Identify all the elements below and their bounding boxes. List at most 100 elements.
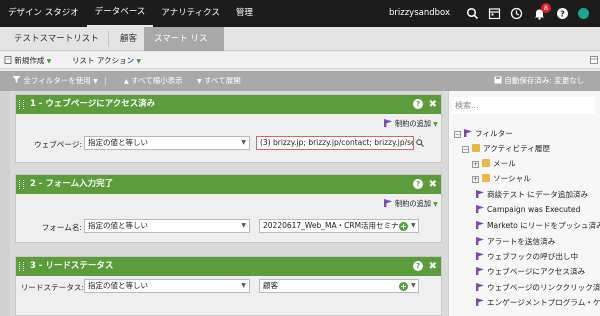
operator-select[interactable]: 指定の値と等しい ▼ [84, 279, 250, 293]
tree-item-alert-sent[interactable]: アラートを送信済み [476, 236, 555, 247]
tree-item-opportunity[interactable]: 商談テスト にデータ追加済み [476, 189, 588, 200]
tree-item-activity-history[interactable]: − アクティビティ履歴 [462, 143, 550, 154]
drag-handle-icon[interactable] [19, 180, 24, 189]
field-label: ウェブページ: [34, 140, 82, 149]
help-icon[interactable]: ? [556, 7, 569, 20]
close-icon[interactable]: ✖ [429, 257, 437, 276]
calendar-icon[interactable] [488, 7, 501, 20]
chevron-down-icon[interactable]: ▼ [411, 282, 416, 289]
add-constraint-label: 制約の追加 [395, 119, 431, 128]
chevron-down-icon: ▼ [241, 139, 246, 146]
drag-handle-icon[interactable] [19, 262, 24, 271]
tab-test-smart-list[interactable]: テストスマートリスト [4, 27, 109, 51]
collapse-toggle-icon[interactable]: − [462, 146, 469, 153]
status-icon[interactable] [578, 8, 589, 19]
filter-icon [476, 205, 484, 213]
help-icon[interactable]: ? [413, 261, 423, 271]
constraint-icon [384, 119, 392, 127]
tree-item-campaign-executed[interactable]: Campaign was Executed [476, 205, 580, 214]
collapse-toggle-icon[interactable]: − [454, 131, 461, 138]
filter-title: 3 - リードステータス [30, 261, 114, 271]
tree-label: Marketo にリードをプッシュ済み [487, 221, 600, 230]
tree-item-push-lead[interactable]: Marketo にリードをプッシュ済み [476, 220, 600, 231]
collapse-all-button[interactable]: ▲ すべて縮小表示 [124, 71, 183, 92]
filter-header[interactable]: 1 - ウェブページにアクセス済み ? ✖ [16, 95, 441, 114]
nav-design-studio[interactable]: デザイン スタジオ [0, 0, 87, 27]
tree-item-visited-web-page[interactable]: ウェブページにアクセス済み [476, 266, 585, 277]
nav-analytics[interactable]: アナリティクス [153, 0, 228, 27]
filter-icon [476, 190, 484, 198]
tree-item-filters[interactable]: − フィルター [454, 128, 513, 139]
tree-item-social[interactable]: + ソーシャル [472, 173, 531, 184]
use-all-filters-button[interactable]: 全フィルターを使用 ▼ [12, 71, 98, 92]
panel-toggle-icon[interactable] [590, 52, 598, 69]
filter-icon [476, 221, 484, 229]
value-select[interactable]: 顧客 [259, 279, 419, 293]
use-all-filters-label: 全フィルターを使用 [23, 76, 91, 85]
operator-value: 指定の値と等しい [88, 138, 148, 147]
tree-item-engagement[interactable]: エンゲージメントプログラム・ケイ [476, 297, 600, 308]
add-value-icon[interactable]: + [399, 222, 408, 231]
close-icon[interactable]: ✖ [429, 175, 437, 194]
tree-label: エンゲージメントプログラム・ケイ [487, 298, 600, 307]
constraint-icon [384, 199, 392, 207]
chevron-down-icon: ▼ [433, 121, 438, 128]
filter-icon [476, 283, 484, 291]
expand-all-label: すべて展開 [204, 76, 241, 85]
tree-label: メール [493, 159, 516, 168]
user-name[interactable]: brizzysandbox [389, 0, 450, 27]
expand-toggle-icon[interactable]: + [472, 161, 479, 168]
filter-title: 2 - フォーム入力完了 [30, 179, 114, 189]
operator-select[interactable]: 指定の値と等しい ▼ [84, 136, 250, 150]
expand-all-button[interactable]: ▼ すべて展開 [197, 71, 241, 92]
tree-item-email[interactable]: + メール [472, 158, 516, 169]
tree-item-webhook[interactable]: ウェブフックの呼び出し中 [476, 251, 578, 262]
chevron-down-icon: ▼ [241, 222, 246, 229]
expand-toggle-icon[interactable]: + [472, 176, 479, 183]
value-picker-icon[interactable] [416, 139, 424, 147]
add-constraint-button[interactable]: 制約の追加 ▼ [384, 199, 438, 209]
value-select[interactable]: 20220617_Web_MA・CRM活用セミナー [259, 219, 419, 233]
new-menu-button[interactable]: 新規作成 ▼ [4, 52, 51, 70]
filter-header[interactable]: 3 - リードステータス ? ✖ [16, 257, 441, 276]
tab-customers[interactable]: 顧客 [110, 27, 147, 51]
filter-icon [476, 298, 484, 306]
filter-title: 1 - ウェブページにアクセス済み [30, 99, 156, 109]
help-icon[interactable]: ? [413, 179, 423, 189]
chevron-down-icon[interactable]: ▼ [411, 222, 416, 229]
filter-search-input[interactable]: 検索... [452, 97, 595, 114]
tree-label: フィルター [475, 129, 513, 138]
filter-icon [12, 76, 21, 83]
new-label: 新規作成 [14, 56, 45, 65]
top-nav: デザイン スタジオ データベース アナリティクス 管理 brizzysandbo… [0, 0, 600, 27]
search-icon[interactable] [466, 7, 479, 20]
tab-smart-list[interactable]: スマート リスト [144, 27, 224, 68]
filter-block-1: 1 - ウェブページにアクセス済み ? ✖ 制約の追加 ▼ ウェブページ: 指定… [15, 94, 442, 163]
clock-icon[interactable] [510, 7, 523, 20]
new-icon [4, 56, 12, 64]
field-label: フォーム名: [41, 223, 82, 232]
tree-label: ウェブページのリンククリック済み [487, 283, 600, 292]
close-icon[interactable]: ✖ [429, 95, 437, 114]
list-action-menu-button[interactable]: リスト アクション ▼ [72, 52, 141, 70]
filter-bar-divider: | [104, 76, 107, 85]
filter-block-3: 3 - リードステータス ? ✖ リードステータス: 指定の値と等しい ▼ 顧客 … [15, 256, 442, 316]
folder-icon [472, 144, 480, 152]
help-icon[interactable]: ? [413, 99, 423, 109]
operator-select[interactable]: 指定の値と等しい ▼ [84, 219, 250, 233]
nav-database[interactable]: データベース [86, 0, 154, 27]
add-value-icon[interactable]: + [399, 282, 408, 291]
tab-bar: テストスマートリスト 顧客 スマート リスト [0, 27, 600, 68]
value-input[interactable]: (3) brizzy.jp; brizzy.jp/contact; brizzy… [256, 136, 414, 150]
nav-admin[interactable]: 管理 [228, 0, 261, 27]
save-icon [494, 76, 502, 84]
tree-item-clicked-link[interactable]: ウェブページのリンククリック済み [476, 282, 600, 293]
tree-label: 商談テスト にデータ追加済み [487, 190, 589, 199]
value-text: 20220617_Web_MA・CRM活用セミナー [263, 221, 407, 230]
filter-header[interactable]: 2 - フォーム入力完了 ? ✖ [16, 175, 441, 194]
autosave-status: 自動保存済み: 変更なし [494, 71, 584, 91]
add-constraint-button[interactable]: 制約の追加 ▼ [384, 119, 438, 129]
drag-handle-icon[interactable] [19, 100, 24, 109]
left-edge [0, 91, 10, 316]
operator-value: 指定の値と等しい [88, 281, 148, 290]
